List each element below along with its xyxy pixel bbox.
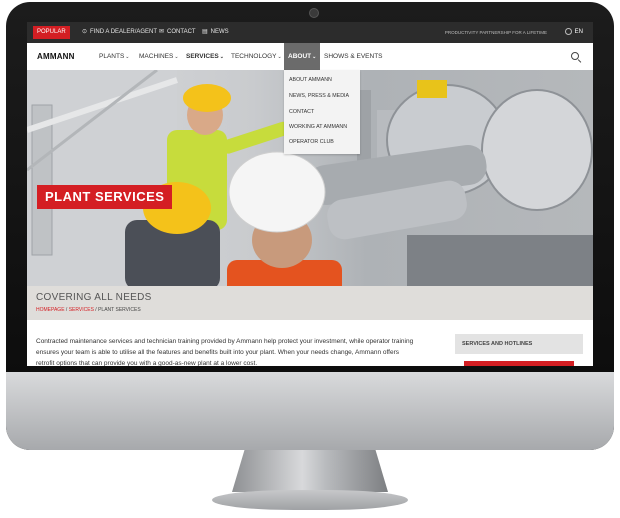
- nav-technology-label: TECHNOLOGY: [231, 53, 277, 60]
- chevron-down-icon: ⌄: [125, 54, 130, 60]
- screen: POPULAR ⊙ FIND A DEALER/AGENT ✉ CONTACT ▤ N…: [27, 22, 593, 366]
- news-link[interactable]: ▤ NEWS: [202, 22, 229, 43]
- news-icon: ▤: [202, 29, 208, 35]
- find-dealer-link[interactable]: ⊙ FIND A DEALER/AGENT: [82, 22, 157, 43]
- worker-arm: [221, 121, 290, 154]
- nav-about-label: ABOUT: [288, 53, 312, 60]
- menu-item-working-at-ammann[interactable]: WORKING AT AMMANN: [289, 123, 347, 131]
- nav-plants[interactable]: PLANTS⌄: [99, 43, 130, 71]
- intro-paragraph: Contracted maintenance services and tech…: [36, 338, 414, 366]
- location-icon: ⊙: [82, 29, 88, 35]
- popular-button[interactable]: POPULAR: [33, 26, 70, 39]
- menu-item-operator-club[interactable]: OPERATOR CLUB: [289, 138, 334, 146]
- nav-technology[interactable]: TECHNOLOGY⌄: [231, 43, 282, 71]
- nav-shows-events[interactable]: SHOWS & EVENTS: [324, 43, 383, 70]
- chevron-down-icon: ⌄: [219, 54, 224, 60]
- nav-machines-label: MACHINES: [139, 53, 174, 60]
- tagline: PRODUCTIVITY PARTNERSHIP FOR A LIFETIME: [444, 30, 547, 35]
- section-header: COVERING ALL NEEDS HOMEPAGE / SERVICES /…: [27, 286, 593, 320]
- sidebar-red-button[interactable]: [464, 361, 574, 366]
- breadcrumb-services[interactable]: SERVICES: [69, 307, 94, 313]
- page-title: COVERING ALL NEEDS: [36, 292, 152, 303]
- menu-item-news-press-media[interactable]: NEWS, PRESS & MEDIA: [289, 92, 349, 100]
- chevron-down-icon: ⌄: [312, 54, 317, 60]
- sidebar-services-hotlines: SERVICES AND HOTLINES: [455, 334, 583, 354]
- yellow-hardhat: [183, 84, 231, 112]
- top-bar: POPULAR ⊙ FIND A DEALER/AGENT ✉ CONTACT ▤ N…: [27, 22, 593, 43]
- monitor-foot: [212, 490, 408, 510]
- machinery-base: [407, 235, 593, 286]
- nav-about[interactable]: ABOUT⌄: [284, 43, 321, 71]
- find-dealer-label: FIND A DEALER/AGENT: [90, 29, 158, 35]
- contact-link[interactable]: ✉ CONTACT: [159, 22, 196, 43]
- logo[interactable]: AMMANN: [37, 52, 75, 61]
- white-hardhat: [228, 151, 326, 233]
- nav-shows-events-label: SHOWS & EVENTS: [324, 53, 383, 60]
- nav-plants-label: PLANTS: [99, 53, 125, 60]
- mail-icon: ✉: [159, 29, 165, 35]
- monitor-stand: [232, 450, 388, 492]
- about-dropdown-menu: ABOUT AMMANN NEWS, PRESS & MEDIA CONTACT…: [284, 70, 360, 154]
- hero-title: PLANT SERVICES: [37, 185, 173, 209]
- breadcrumb-homepage[interactable]: HOMEPAGE: [36, 307, 65, 313]
- main-nav: AMMANN PLANTS⌄ MACHINES⌄ SERVICES⌄ TECHN…: [27, 43, 593, 71]
- camera-icon: [309, 8, 319, 18]
- breadcrumb: HOMEPAGE / SERVICES / PLANT SERVICES: [36, 307, 141, 313]
- chevron-down-icon: ⌄: [277, 54, 282, 60]
- nav-services[interactable]: SERVICES⌄: [186, 43, 224, 71]
- menu-item-about-ammann[interactable]: ABOUT AMMANN: [289, 76, 332, 84]
- news-label: NEWS: [210, 29, 229, 35]
- breadcrumb-current: PLANT SERVICES: [98, 307, 141, 313]
- language-selector[interactable]: EN: [564, 22, 583, 43]
- sidebar-title: SERVICES AND HOTLINES: [462, 341, 533, 347]
- nav-machines[interactable]: MACHINES⌄: [139, 43, 179, 71]
- language-label: EN: [574, 29, 583, 35]
- chevron-down-icon: ⌄: [174, 54, 179, 60]
- monitor-chin: [6, 372, 614, 450]
- menu-item-contact[interactable]: CONTACT: [289, 108, 314, 116]
- nav-services-label: SERVICES: [186, 53, 219, 60]
- large-duct: [481, 89, 593, 211]
- globe-icon: [564, 27, 572, 35]
- search-icon[interactable]: [571, 52, 579, 60]
- yellow-valve: [417, 80, 447, 98]
- contact-label: CONTACT: [167, 29, 196, 35]
